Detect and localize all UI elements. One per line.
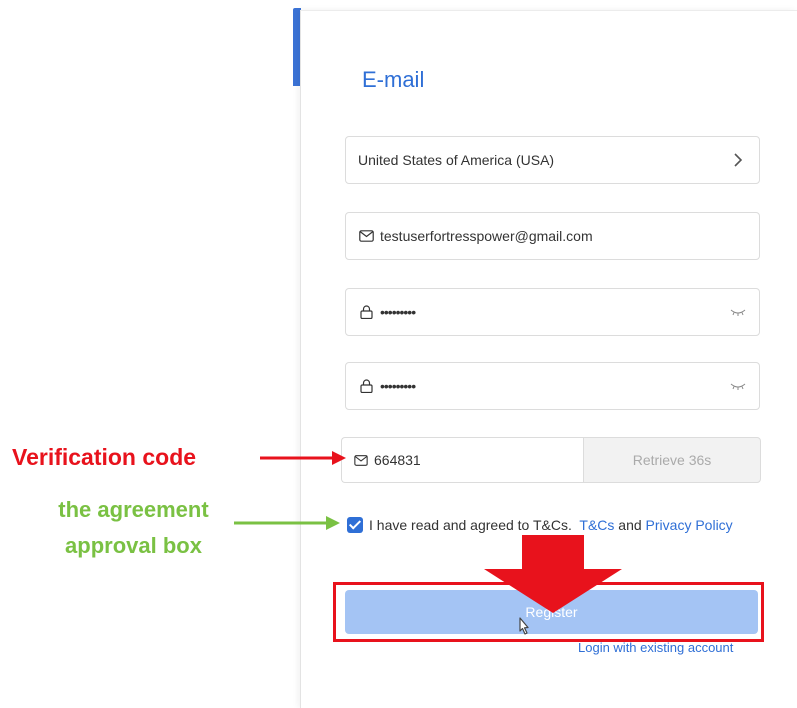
login-existing-account-link[interactable]: Login with existing account <box>578 640 733 655</box>
agreement-and-text: and <box>618 517 642 533</box>
agreement-checkbox[interactable] <box>347 517 363 533</box>
red-arrow-icon <box>260 451 346 465</box>
privacy-policy-link[interactable]: Privacy Policy <box>646 517 733 533</box>
page-title: E-mail <box>362 67 425 92</box>
lock-icon <box>358 304 374 320</box>
agreement-text: I have read and agreed to T&Cs. <box>369 517 572 533</box>
password-value: ••••••••• <box>380 304 416 320</box>
mail-icon <box>354 452 370 468</box>
agreement-annotation: the agreement approval box <box>58 497 209 558</box>
email-field[interactable]: testuserfortresspower@gmail.com <box>345 212 760 260</box>
password-field[interactable]: ••••••••• <box>345 288 760 336</box>
retrieve-code-button[interactable]: Retrieve 36s <box>583 437 761 483</box>
mail-icon <box>358 228 374 244</box>
down-arrow-icon <box>484 535 622 613</box>
country-value: United States of America (USA) <box>358 152 555 168</box>
confirm-password-value: ••••••••• <box>380 378 416 394</box>
verification-code-input[interactable]: 664831 <box>341 437 583 483</box>
agreement-row: I have read and agreed to T&Cs. T&Cs and… <box>347 514 747 537</box>
eye-closed-icon[interactable] <box>729 303 747 321</box>
verification-code-row: 664831 Retrieve 36s <box>341 437 761 483</box>
confirm-password-field[interactable]: ••••••••• <box>345 362 760 410</box>
verification-code-value: 664831 <box>374 452 421 468</box>
eye-closed-icon[interactable] <box>729 377 747 395</box>
email-value: testuserfortresspower@gmail.com <box>380 228 593 244</box>
lock-icon <box>358 378 374 394</box>
country-select[interactable]: United States of America (USA) <box>345 136 760 184</box>
chevron-right-icon <box>729 151 747 169</box>
green-arrow-icon <box>234 516 340 530</box>
mouse-cursor-icon <box>519 617 529 635</box>
tcs-link[interactable]: T&Cs <box>579 517 614 533</box>
verification-code-annotation: Verification code <box>12 444 197 470</box>
